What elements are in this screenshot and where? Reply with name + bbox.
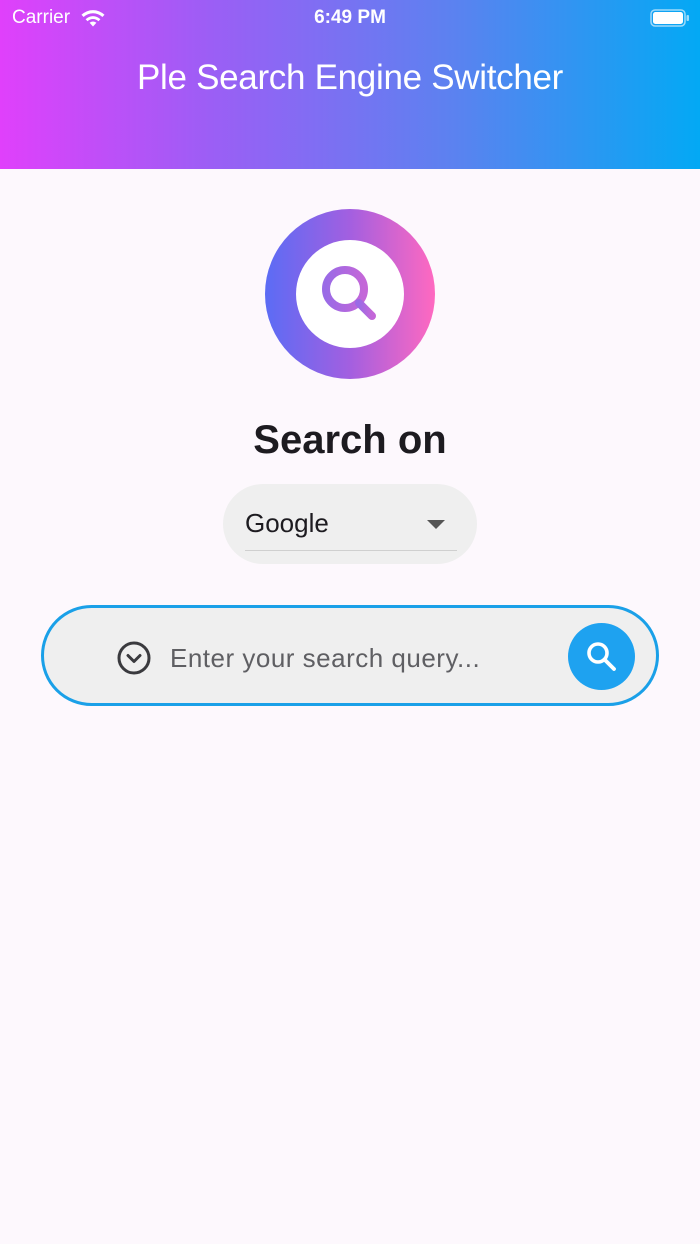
dropdown-caret-icon: [427, 520, 445, 529]
app-logo: [265, 209, 435, 379]
search-icon: [587, 642, 616, 671]
app-header: Carrier 6:49 PM Ple Search Engine Switch…: [0, 0, 700, 169]
battery-icon: [650, 9, 689, 27]
search-logo-icon: [322, 266, 376, 320]
logo-inner-circle: [296, 240, 404, 348]
status-time: 6:49 PM: [314, 7, 386, 28]
status-bar: Carrier 6:49 PM: [0, 0, 700, 40]
page-heading: Search on: [253, 418, 447, 462]
search-bar: [41, 605, 659, 706]
chevron-down-circle-icon[interactable]: [116, 640, 152, 676]
dropdown-underline: [245, 550, 457, 551]
engine-selected-value: Google: [245, 508, 329, 538]
search-button[interactable]: [568, 623, 635, 690]
search-input[interactable]: [170, 636, 550, 680]
app-title: Ple Search Engine Switcher: [136, 58, 564, 97]
engine-dropdown[interactable]: Google: [223, 484, 477, 564]
